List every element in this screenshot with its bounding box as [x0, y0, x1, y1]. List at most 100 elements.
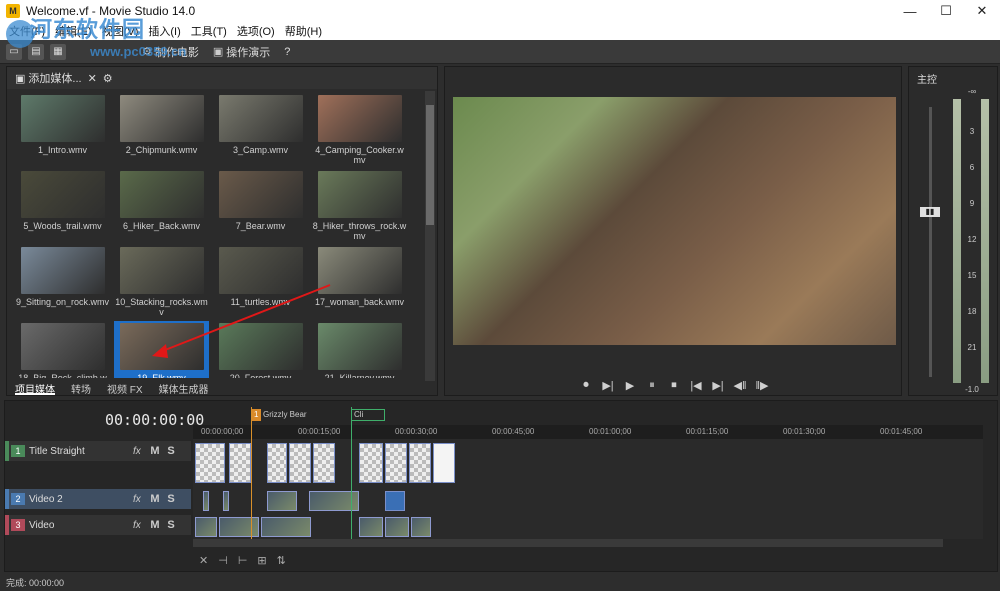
timeline-clip[interactable]	[433, 443, 455, 483]
media-item[interactable]: 1_Intro.wmv	[15, 93, 110, 168]
timeline-clip[interactable]	[195, 517, 217, 537]
delete-icon[interactable]: ✕	[199, 554, 208, 567]
media-thumbnail	[119, 247, 204, 294]
timeline-clip[interactable]	[359, 443, 383, 483]
properties-gear-icon[interactable]: ⚙	[103, 72, 113, 85]
help-button[interactable]: ?	[280, 46, 294, 58]
play-icon[interactable]: ▶	[623, 379, 637, 392]
timeline-clip[interactable]	[289, 443, 311, 483]
media-item[interactable]: 2_Chipmunk.wmv	[114, 93, 209, 168]
minimize-button[interactable]: —	[892, 0, 928, 22]
save-icon[interactable]: ▦	[50, 43, 66, 60]
meter-scale-label: 18	[967, 307, 977, 316]
lock-icon[interactable]: ⇅	[277, 554, 286, 567]
remove-icon[interactable]: ✕	[88, 72, 97, 85]
record-icon[interactable]: ⏺	[579, 379, 593, 392]
media-scrollbar[interactable]	[425, 91, 435, 381]
track-fx-button[interactable]: fx	[133, 446, 147, 457]
tab-transitions[interactable]: 转场	[71, 381, 91, 396]
track-fx-button[interactable]: fx	[133, 520, 147, 531]
timeline-clip[interactable]	[261, 517, 311, 537]
media-item[interactable]: 20_Forest.wmv	[213, 321, 308, 378]
media-item[interactable]: 6_Hiker_Back.wmv	[114, 169, 209, 244]
media-caption: 7_Bear.wmv	[235, 221, 286, 231]
menu-tools[interactable]: 工具(T)	[186, 23, 232, 39]
media-item[interactable]: 4_Camping_Cooker.wmv	[312, 93, 407, 168]
close-button[interactable]: ✕	[964, 0, 1000, 22]
app-icon: M	[6, 4, 20, 18]
master-fader-knob[interactable]: ▮▮	[920, 207, 940, 217]
track-solo-button[interactable]: S	[163, 519, 179, 531]
track-mute-button[interactable]: M	[147, 519, 163, 531]
timeline-hscrollbar[interactable]	[193, 539, 943, 547]
master-fader-track[interactable]	[929, 107, 932, 377]
timeline-playhead[interactable]	[251, 407, 252, 539]
next-frame-icon[interactable]: ‖▶	[755, 379, 769, 392]
media-item[interactable]: 5_Woods_trail.wmv	[15, 169, 110, 244]
trim-end-icon[interactable]: ⊢	[238, 554, 248, 567]
marker-1[interactable]: 1	[251, 409, 262, 421]
trim-start-icon[interactable]: ⊣	[218, 554, 228, 567]
play-from-start-icon[interactable]: ▶|	[601, 379, 615, 392]
go-to-end-icon[interactable]: ▶|	[711, 379, 725, 392]
timeline-clip[interactable]	[195, 443, 225, 483]
track-header-1[interactable]: 1 Title Straight fx M S	[5, 441, 191, 461]
media-scroll-thumb[interactable]	[426, 105, 434, 225]
demo-button[interactable]: ▣ 操作演示	[209, 44, 274, 60]
track-header-3[interactable]: 3 Video fx M S	[5, 515, 191, 535]
timeline-clip[interactable]	[411, 517, 431, 537]
media-item[interactable]: 8_Hiker_throws_rock.wmv	[312, 169, 407, 244]
menu-bar: 文件(F) 编辑(E) 视图(V) 插入(I) 工具(T) 选项(O) 帮助(H…	[0, 22, 1000, 40]
timeline-clip[interactable]	[229, 443, 251, 483]
tab-video-fx[interactable]: 视频 FX	[107, 381, 143, 396]
media-caption: 8_Hiker_throws_rock.wmv	[312, 221, 407, 241]
pause-icon[interactable]: ⏸	[645, 379, 659, 392]
media-item[interactable]: 21_Killarney.wmv	[312, 321, 407, 378]
timeline-clip[interactable]	[267, 491, 297, 511]
menu-help[interactable]: 帮助(H)	[280, 23, 327, 39]
media-item[interactable]: 7_Bear.wmv	[213, 169, 308, 244]
prev-frame-icon[interactable]: ◀‖	[733, 379, 747, 392]
media-item[interactable]: 3_Camp.wmv	[213, 93, 308, 168]
track-name[interactable]: Video	[29, 520, 129, 531]
tab-project-media[interactable]: 项目媒体	[15, 381, 55, 396]
menu-options[interactable]: 选项(O)	[232, 23, 280, 39]
media-item[interactable]: 18_Big_Rock_climb.wmv	[15, 321, 110, 378]
timeline-clip[interactable]	[267, 443, 287, 483]
timeline-clip[interactable]	[385, 517, 409, 537]
media-item[interactable]: 17_woman_back.wmv	[312, 245, 407, 320]
media-item[interactable]: 9_Sitting_on_rock.wmv	[15, 245, 110, 320]
timeline-clip[interactable]	[203, 491, 209, 511]
track-solo-button[interactable]: S	[163, 493, 179, 505]
maximize-button[interactable]: ☐	[928, 0, 964, 22]
add-media-button[interactable]: ▣ 添加媒体...	[15, 70, 82, 86]
facebook-clip-icon[interactable]	[385, 491, 405, 511]
media-caption: 11_turtles.wmv	[230, 297, 291, 307]
media-item[interactable]: 11_turtles.wmv	[213, 245, 308, 320]
track-name[interactable]: Video 2	[29, 494, 129, 505]
tab-media-generators[interactable]: 媒体生成器	[159, 381, 209, 396]
track-mute-button[interactable]: M	[147, 493, 163, 505]
go-to-start-icon[interactable]: |◀	[689, 379, 703, 392]
media-item[interactable]: 10_Stacking_rocks.wmv	[114, 245, 209, 320]
region-marker[interactable]: Cli	[351, 409, 385, 421]
track-mute-button[interactable]: M	[147, 445, 163, 457]
timeline-clip[interactable]	[359, 517, 383, 537]
timeline-ruler[interactable]: 00:00:00;00 00:00:15;00 00:00:30;00 00:00:4…	[193, 425, 983, 439]
timeline-clip[interactable]	[219, 517, 259, 537]
track-name[interactable]: Title Straight	[29, 446, 129, 457]
menu-insert[interactable]: 插入(I)	[143, 23, 185, 39]
media-item[interactable]: 19_Elk.wmv	[114, 321, 209, 378]
track-area[interactable]	[193, 439, 983, 539]
open-icon[interactable]: ▤	[28, 43, 44, 60]
split-icon[interactable]: ⊞	[257, 554, 266, 567]
timeline-clip[interactable]	[313, 443, 335, 483]
timeline-clip[interactable]	[223, 491, 229, 511]
track-solo-button[interactable]: S	[163, 445, 179, 457]
stop-icon[interactable]: ⏹	[667, 379, 681, 392]
track-header-2[interactable]: 2 Video 2 fx M S	[5, 489, 191, 509]
ruler-tick-label: 00:00:45;00	[492, 427, 535, 436]
track-fx-button[interactable]: fx	[133, 494, 147, 505]
timeline-clip[interactable]	[385, 443, 407, 483]
timeline-clip[interactable]	[409, 443, 431, 483]
